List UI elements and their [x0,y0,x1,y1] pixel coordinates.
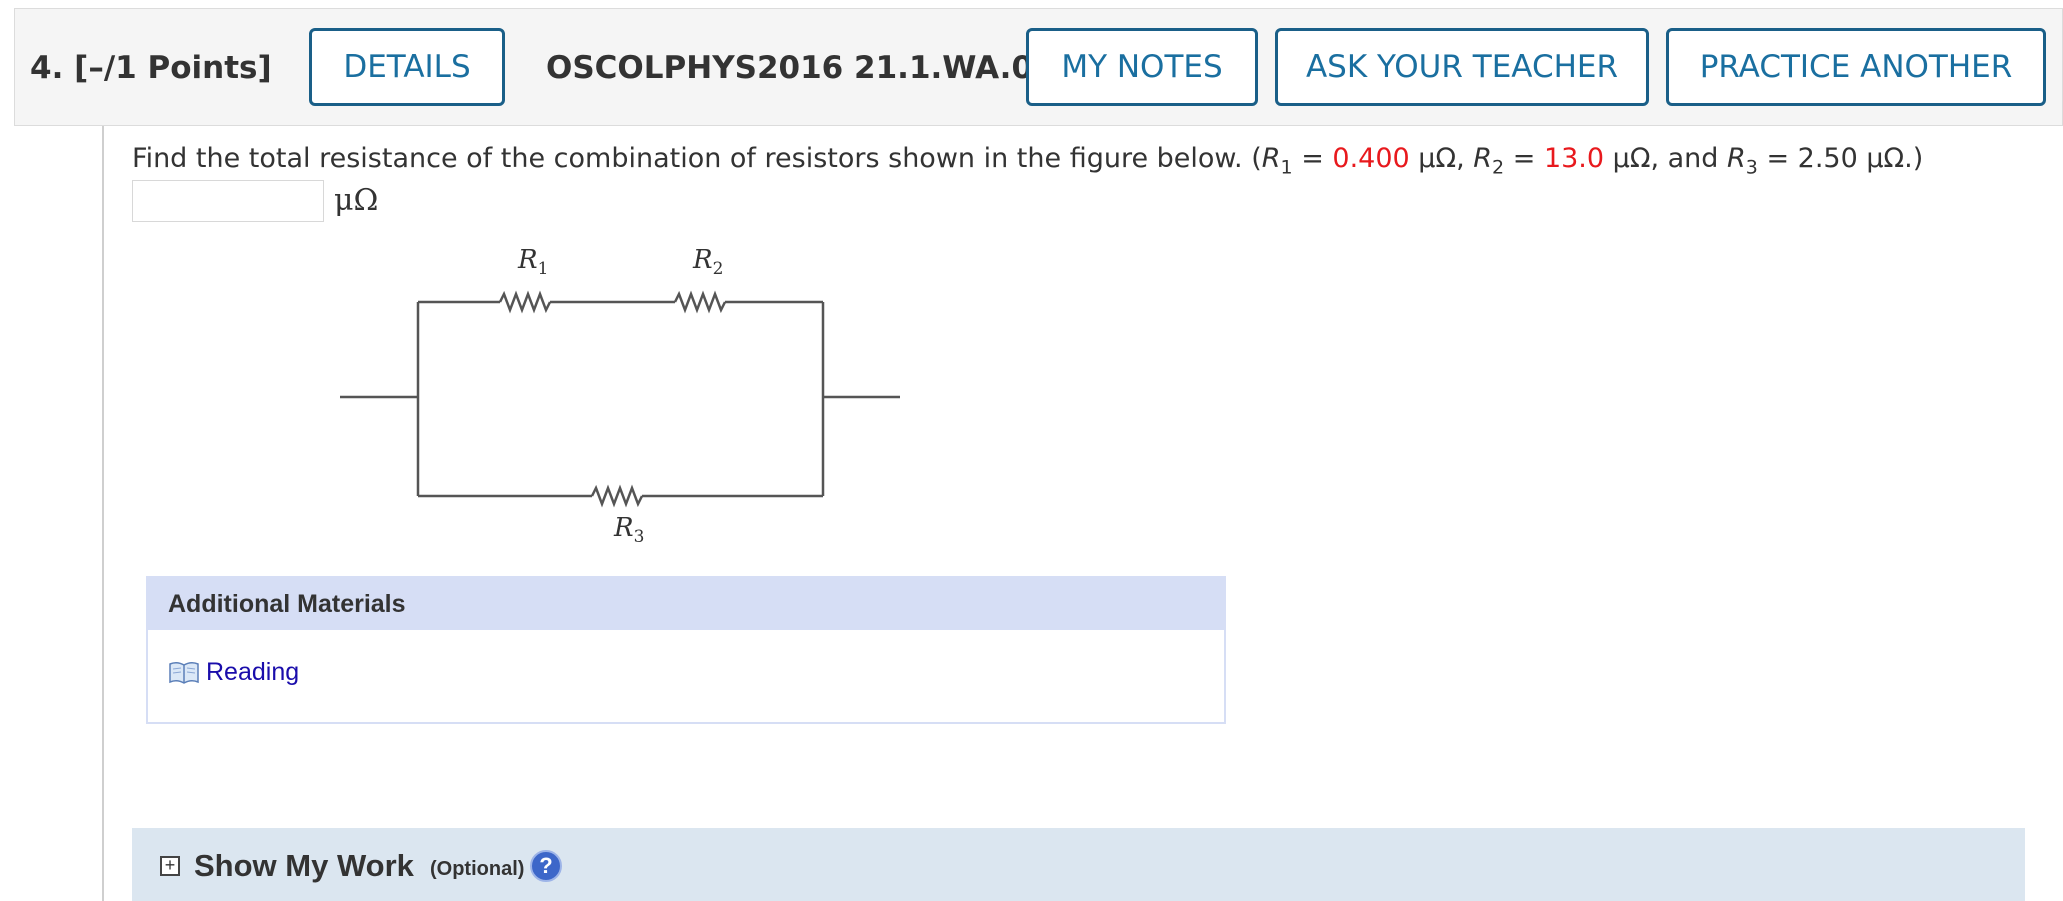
show-my-work-section[interactable]: + Show My Work (Optional) ? [132,828,2025,901]
r2-value: 13.0 [1543,143,1605,174]
r3-figure-label: R3 [613,513,644,547]
practice-another-button[interactable]: PRACTICE ANOTHER [1666,28,2046,106]
assignment-id: OSCOLPHYS2016 21.1.WA.006. [546,50,1088,86]
resistor-r2 [673,290,727,314]
question-number: 4. [30,50,64,86]
additional-materials-panel: Additional Materials Reading [146,576,1226,724]
points-label: [–/1 Points] [74,50,272,86]
r1-figure-label: R1 [517,245,548,279]
r2-figure-label: R2 [692,245,723,279]
r3-value: 2.50 [1797,143,1858,174]
resistor-circuit-figure: R1 R2 R3 [340,245,900,547]
reading-label[interactable]: Reading [206,658,299,687]
optional-label: (Optional) [430,858,525,880]
show-my-work-title[interactable]: Show My Work [194,848,414,884]
r1-value: 0.400 [1332,143,1410,174]
resistor-r1 [498,290,552,314]
question-points: 4. [–/1 Points] [30,50,272,86]
details-button[interactable]: DETAILS [309,28,505,106]
answer-unit: μΩ [334,183,379,218]
ask-your-teacher-button[interactable]: ASK YOUR TEACHER [1275,28,1649,106]
my-notes-button[interactable]: MY NOTES [1026,28,1258,106]
reading-link[interactable]: Reading [168,658,299,687]
book-icon [169,661,199,684]
question-left-rule [102,126,104,901]
resistor-r3 [590,484,644,508]
answer-input[interactable] [132,180,324,222]
question-text: Find the total resistance of the combina… [132,143,1924,179]
help-icon[interactable]: ? [530,850,562,882]
additional-materials-title: Additional Materials [148,578,1224,630]
expand-plus-icon[interactable]: + [160,856,180,876]
